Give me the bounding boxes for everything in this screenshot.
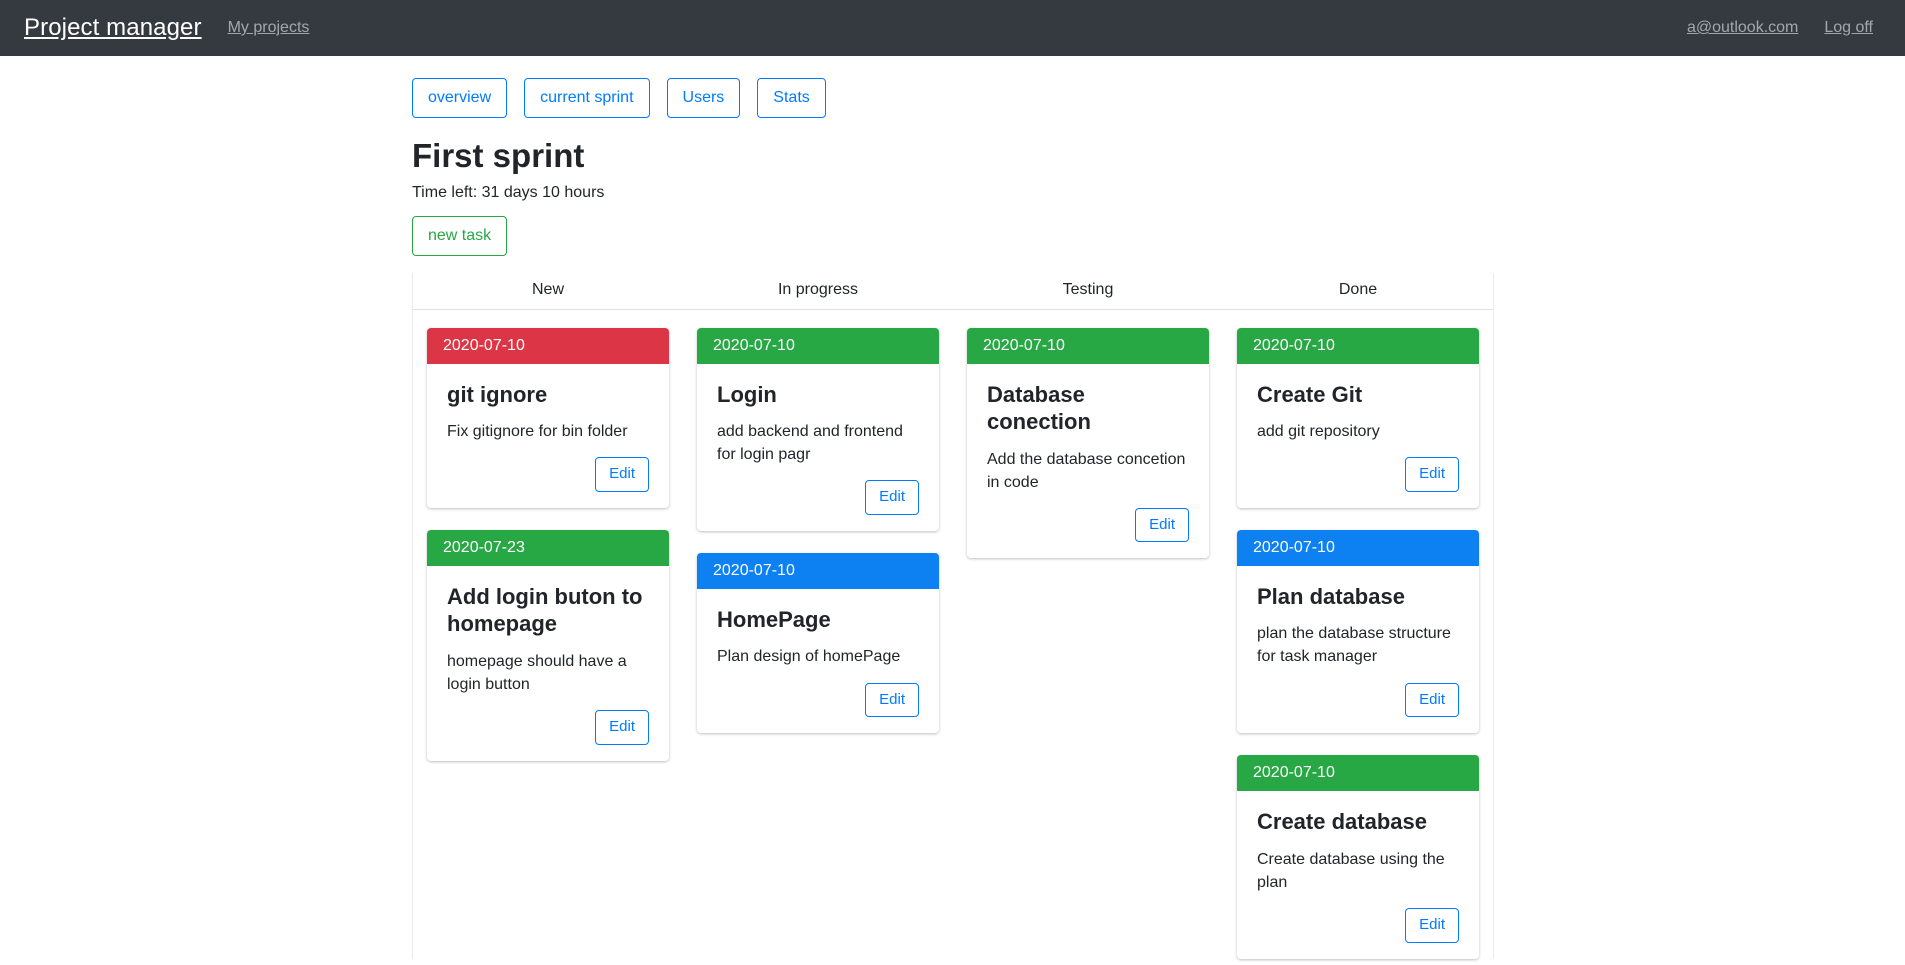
task-card-body: HomePage Plan design of homePage Edit: [697, 589, 939, 733]
column-header-testing: Testing: [1062, 280, 1114, 298]
task-card-body: git ignore Fix gitignore for bin folder …: [427, 364, 669, 508]
task-card-body: Create Git add git repository Edit: [1237, 364, 1479, 508]
tab-stats[interactable]: Stats: [757, 78, 826, 118]
task-card-title: Create database: [1257, 809, 1427, 835]
task-card-actions: Edit: [447, 457, 649, 492]
task-card-title: Create Git: [1257, 381, 1363, 407]
task-card-title: HomePage: [717, 606, 831, 632]
time-left-text: Time left: 31 days 10 hours: [412, 183, 605, 201]
task-card-title: git ignore: [447, 381, 548, 407]
task-card-date: 2020-07-10: [697, 327, 939, 364]
task-card[interactable]: 2020-07-10 Create database Create databa…: [1237, 755, 1479, 959]
task-card-date: 2020-07-10: [697, 552, 939, 589]
edit-button[interactable]: Edit: [865, 682, 919, 718]
tab-overview[interactable]: overview: [412, 78, 508, 118]
task-card-title: Plan database: [1257, 583, 1405, 609]
column-testing: 2020-07-10 Database conection Add the da…: [953, 310, 1223, 559]
task-card-body: Login add backend and frontend for login…: [697, 364, 939, 531]
edit-button[interactable]: Edit: [865, 480, 919, 515]
task-card-title: Add login buton to homepage: [447, 583, 643, 637]
page-container: overview current sprint Users Stats Firs…: [0, 56, 1905, 959]
nav-item-my-projects[interactable]: My projects: [228, 19, 310, 37]
task-card-text: Plan design of homePage: [717, 648, 901, 666]
edit-button[interactable]: Edit: [1405, 457, 1459, 492]
new-task-button-wrap: new task: [412, 215, 1905, 256]
board-column-headers: New In progress Testing Done: [413, 273, 1493, 310]
top-navbar: Project manager My projects a@outlook.co…: [0, 0, 1905, 56]
task-card-body: Add login buton to homepage homepage sho…: [427, 566, 669, 761]
column-done: 2020-07-10 Create Git add git repository…: [1223, 310, 1493, 959]
edit-button[interactable]: Edit: [1135, 507, 1189, 543]
edit-button[interactable]: Edit: [595, 710, 649, 745]
new-task-button[interactable]: new task: [412, 215, 508, 256]
task-card-actions: Edit: [447, 710, 649, 745]
task-card-text: Create database using the plan: [1257, 850, 1445, 891]
task-card-date: 2020-07-10: [967, 327, 1209, 364]
board-columns: 2020-07-10 git ignore Fix gitignore for …: [413, 310, 1493, 959]
column-header-new: New: [531, 280, 564, 298]
task-card-actions: Edit: [987, 507, 1189, 543]
task-card[interactable]: 2020-07-23 Add login buton to homepage h…: [427, 529, 669, 761]
page-title: First sprint: [412, 137, 585, 174]
tab-current-sprint[interactable]: current sprint: [524, 78, 650, 118]
tab-users[interactable]: Users: [666, 78, 741, 118]
navbar-right-group: a@outlook.com Log off: [1687, 19, 1881, 37]
task-card-text: Fix gitignore for bin folder: [447, 423, 628, 441]
task-card[interactable]: 2020-07-10 git ignore Fix gitignore for …: [427, 327, 669, 508]
task-card-date: 2020-07-10: [1237, 755, 1479, 792]
tab-bar: overview current sprint Users Stats: [412, 78, 1905, 118]
task-card[interactable]: 2020-07-10 Create Git add git repository…: [1237, 327, 1479, 508]
task-card[interactable]: 2020-07-10 Login add backend and fronten…: [697, 327, 939, 531]
nav-item-log-off[interactable]: Log off: [1824, 19, 1873, 37]
task-card-title: Login: [717, 381, 777, 407]
column-header-in-progress: In progress: [777, 280, 859, 298]
task-card[interactable]: 2020-07-10 Plan database plan the databa…: [1237, 529, 1479, 734]
task-card-text: plan the database structure for task man…: [1257, 625, 1451, 666]
task-card-text: Add the database concetion in code: [987, 450, 1186, 491]
task-card-actions: Edit: [717, 682, 919, 718]
column-in-progress: 2020-07-10 Login add backend and fronten…: [683, 310, 953, 734]
task-card-body: Database conection Add the database conc…: [967, 364, 1209, 559]
task-card-date: 2020-07-10: [427, 327, 669, 364]
task-card-body: Plan database plan the database structur…: [1237, 566, 1479, 733]
task-card-actions: Edit: [1257, 682, 1459, 718]
task-card[interactable]: 2020-07-10 HomePage Plan design of homeP…: [697, 552, 939, 734]
brand-link[interactable]: Project manager: [24, 14, 202, 42]
task-card-text: add git repository: [1257, 423, 1380, 441]
nav-item-user-email[interactable]: a@outlook.com: [1687, 19, 1798, 37]
task-card-text: add backend and frontend for login pagr: [717, 423, 903, 464]
task-card-actions: Edit: [1257, 457, 1459, 492]
edit-button[interactable]: Edit: [1405, 682, 1459, 718]
column-new: 2020-07-10 git ignore Fix gitignore for …: [413, 310, 683, 761]
kanban-board: New In progress Testing Done 2020-07-10 …: [412, 272, 1494, 959]
task-card-date: 2020-07-23: [427, 529, 669, 566]
column-header-done: Done: [1338, 280, 1378, 298]
task-card-title: Database conection: [987, 381, 1091, 435]
task-card-actions: Edit: [1257, 908, 1459, 943]
edit-button[interactable]: Edit: [1405, 908, 1459, 943]
task-card-actions: Edit: [717, 480, 919, 515]
task-card-date: 2020-07-10: [1237, 327, 1479, 364]
edit-button[interactable]: Edit: [595, 457, 649, 492]
task-card[interactable]: 2020-07-10 Database conection Add the da…: [967, 327, 1209, 559]
task-card-date: 2020-07-10: [1237, 529, 1479, 566]
task-card-text: homepage should have a login button: [447, 652, 627, 693]
task-card-body: Create database Create database using th…: [1237, 791, 1479, 958]
